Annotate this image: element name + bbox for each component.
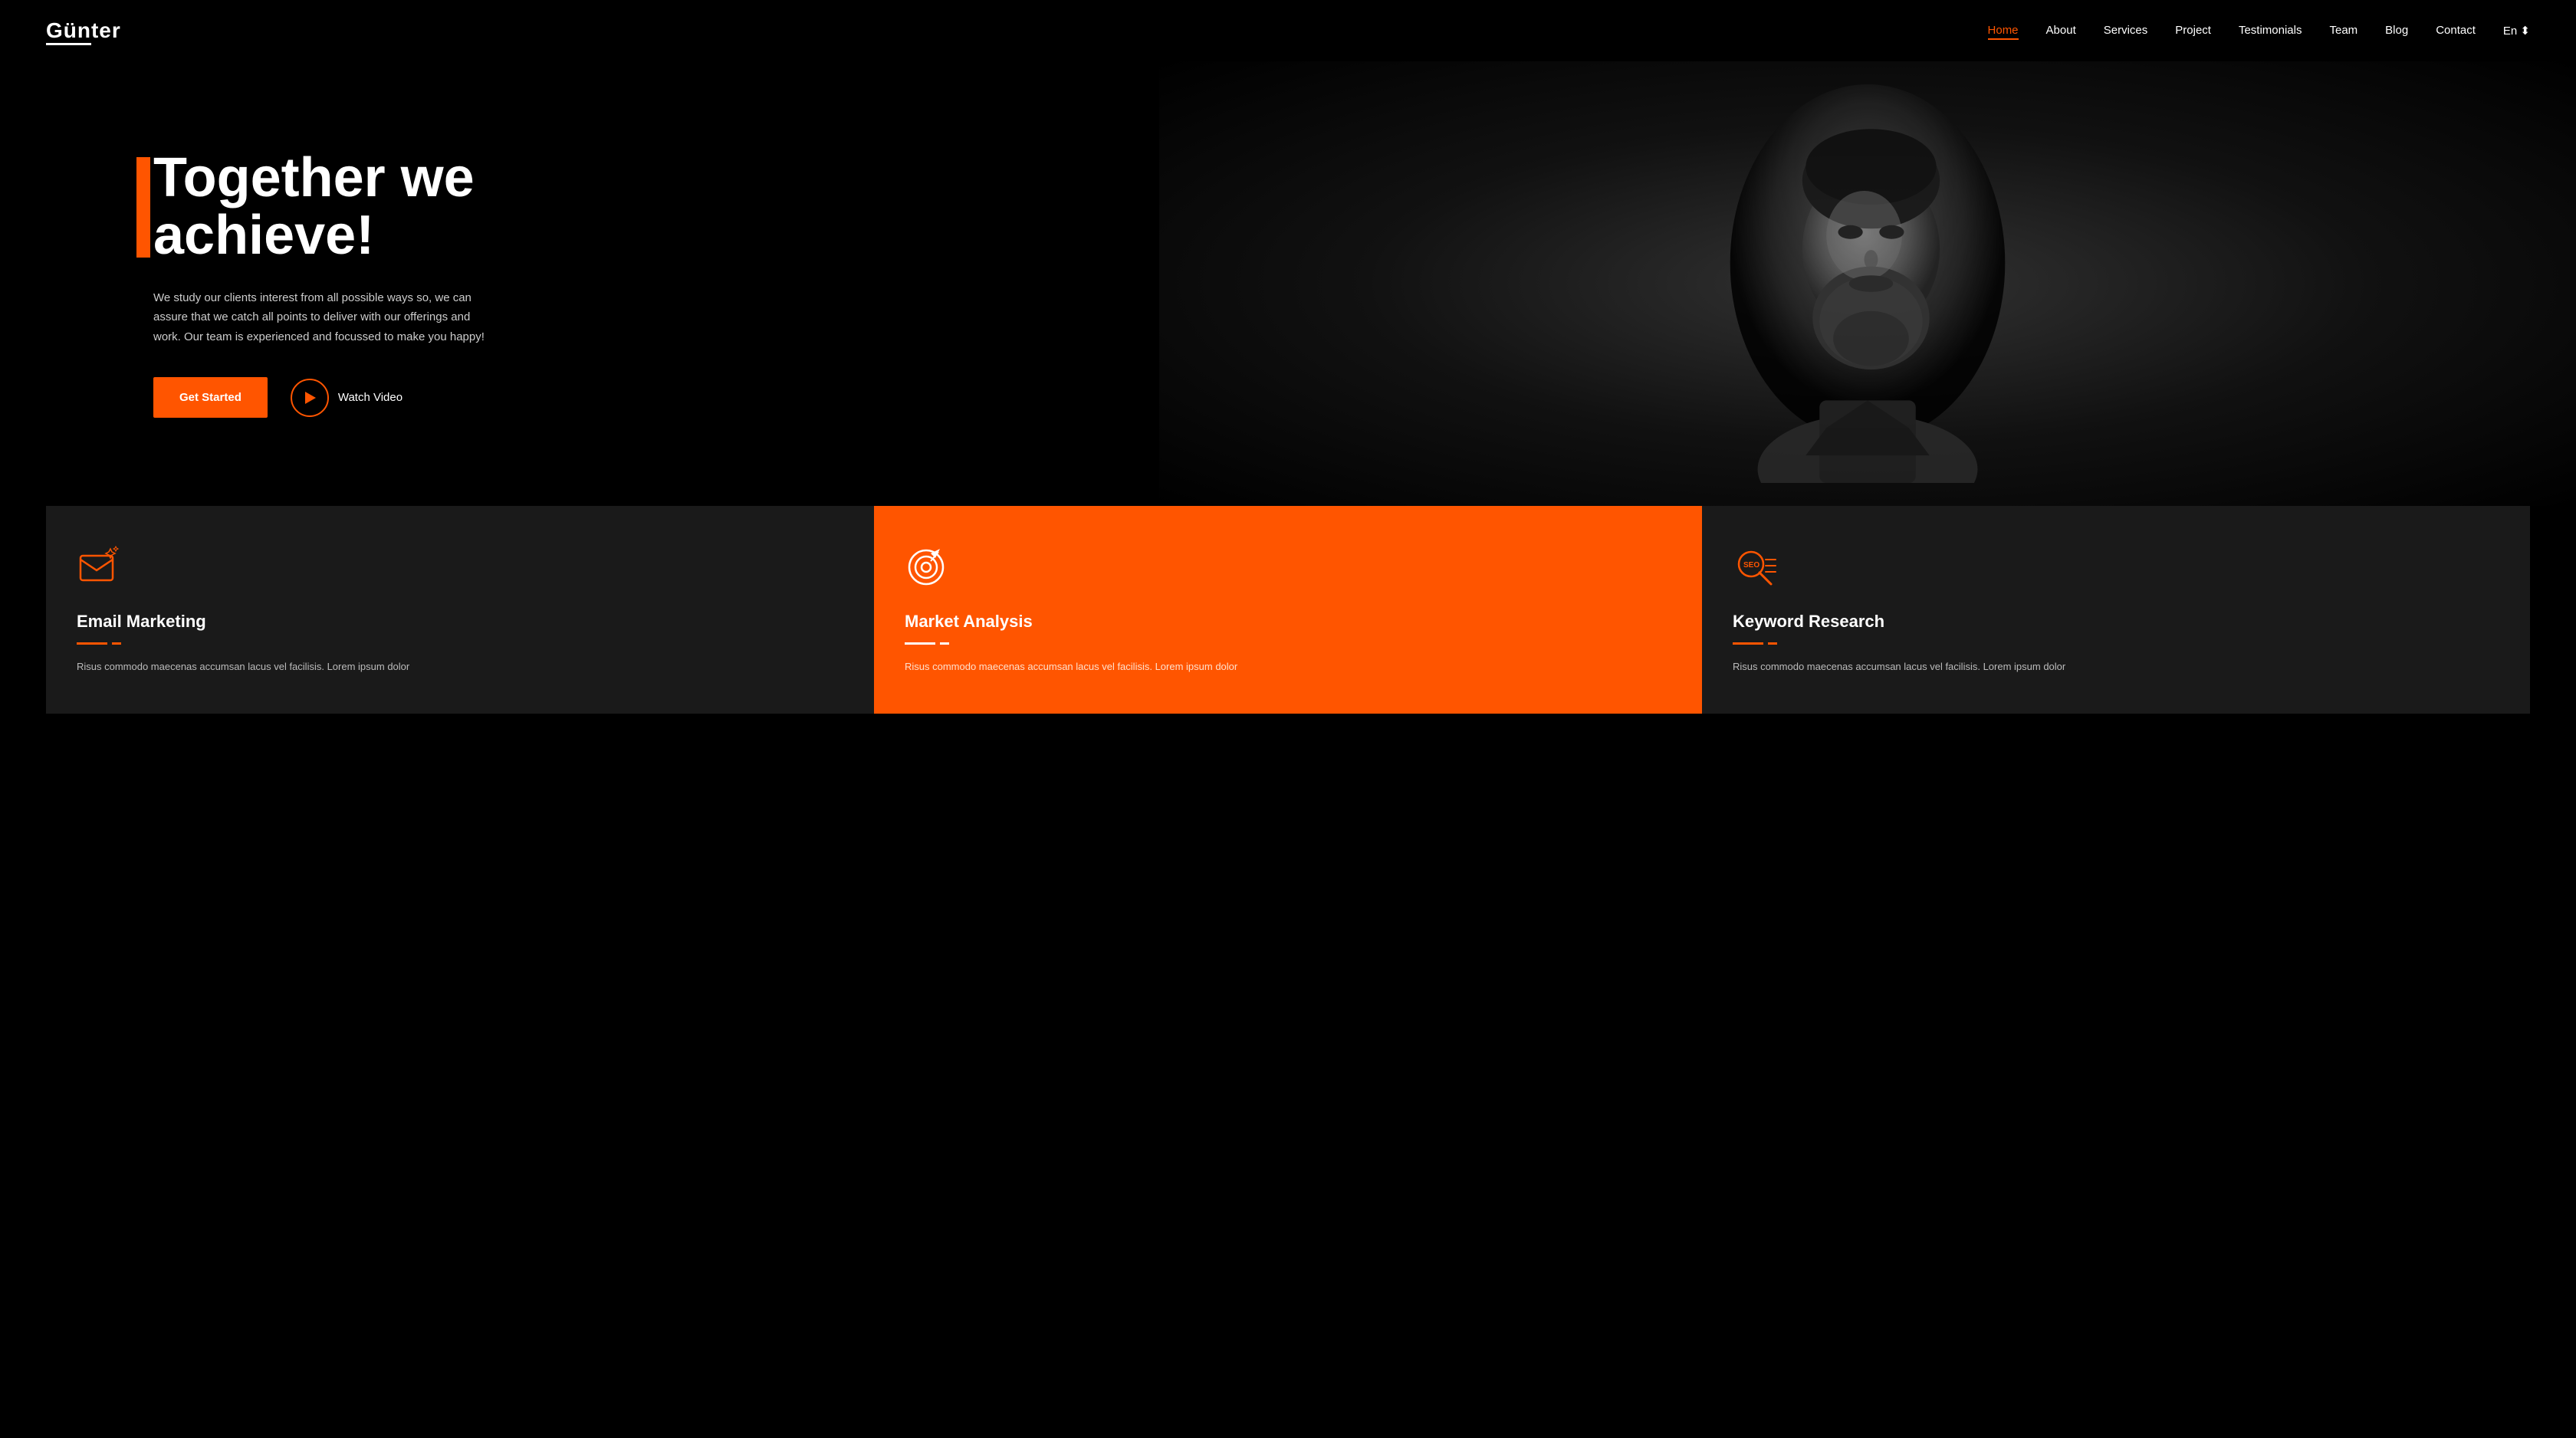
card-market-analysis: Market Analysis Risus commodo maecenas a… [874, 506, 1702, 714]
card-keyword-research-title: Keyword Research [1733, 612, 2499, 632]
card-keyword-research: SEO Keyword Research Risus commodo maece… [1702, 506, 2530, 714]
language-selector[interactable]: En ⬍ [2503, 25, 2530, 38]
hero-content: Together we achieve! We study our client… [0, 103, 537, 465]
nav-item-services[interactable]: Services [2104, 24, 2148, 37]
card-keyword-research-underline [1733, 642, 1763, 645]
nav-item-home[interactable]: Home [1988, 24, 2019, 40]
hero-title: Together we achieve! [153, 149, 491, 265]
card-email-marketing: Email Marketing Risus commodo maecenas a… [46, 506, 874, 714]
watch-video-button[interactable]: Watch Video [291, 379, 402, 417]
nav-item-team[interactable]: Team [2329, 24, 2358, 37]
get-started-button[interactable]: Get Started [153, 377, 268, 418]
email-marketing-icon [77, 544, 123, 590]
card-market-analysis-text: Risus commodo maecenas accumsan lacus ve… [905, 658, 1671, 675]
hero-person-image [1159, 61, 2576, 506]
nav-item-testimonials[interactable]: Testimonials [2239, 24, 2302, 37]
hero-person-bg [1159, 61, 2576, 506]
nav-item-blog[interactable]: Blog [2385, 24, 2408, 37]
person-silhouette [1707, 84, 2029, 483]
card-email-marketing-title: Email Marketing [77, 612, 843, 632]
card-email-marketing-underline [77, 642, 107, 645]
hero-subtitle: We study our clients interest from all p… [153, 288, 491, 347]
card-market-analysis-title: Market Analysis [905, 612, 1671, 632]
card-keyword-research-text: Risus commodo maecenas accumsan lacus ve… [1733, 658, 2499, 675]
play-triangle-icon [305, 392, 316, 404]
nav-item-about[interactable]: About [2046, 24, 2076, 37]
title-accent-bar [136, 157, 150, 258]
card-email-marketing-text: Risus commodo maecenas accumsan lacus ve… [77, 658, 843, 675]
market-analysis-icon [905, 544, 951, 590]
card-market-analysis-underline [905, 642, 935, 645]
nav-item-project[interactable]: Project [2175, 24, 2211, 37]
play-icon-circle [291, 379, 329, 417]
watch-video-label: Watch Video [338, 391, 402, 404]
services-cards-section: Email Marketing Risus commodo maecenas a… [0, 506, 2576, 714]
svg-text:SEO: SEO [1743, 561, 1760, 570]
hero-section: Together we achieve! We study our client… [0, 61, 2576, 506]
brand-logo[interactable]: Günter [46, 18, 121, 43]
nav-item-contact[interactable]: Contact [2436, 24, 2476, 37]
keyword-research-icon: SEO [1733, 544, 1779, 590]
hero-actions: Get Started Watch Video [153, 377, 491, 418]
navbar: Günter Home About Services Project Testi… [0, 0, 2576, 61]
nav-links: Home About Services Project Testimonials… [1988, 24, 2530, 38]
